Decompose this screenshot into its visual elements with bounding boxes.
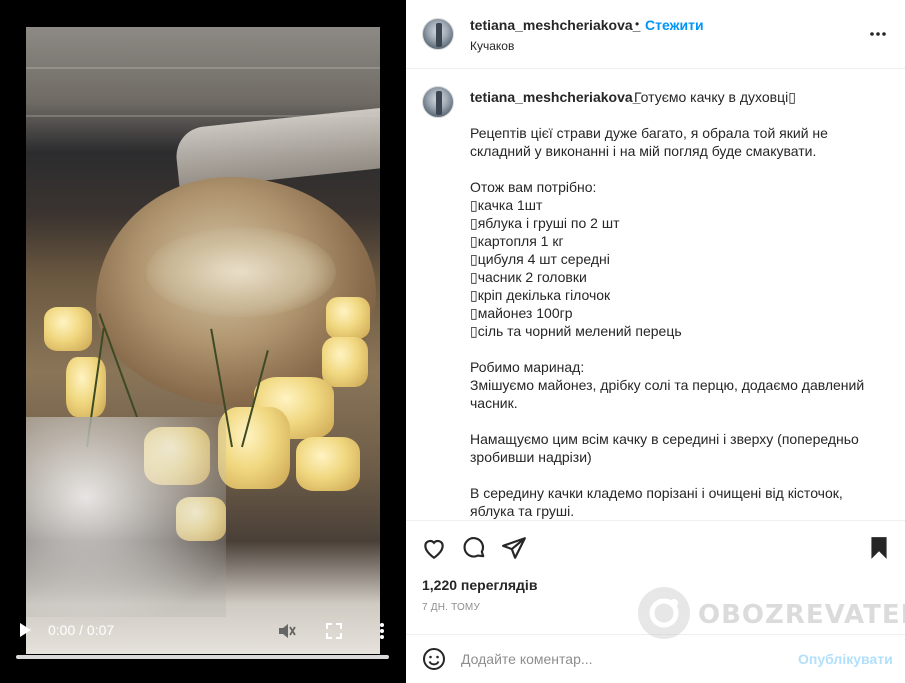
emoji-icon[interactable] bbox=[422, 647, 446, 671]
send-icon[interactable] bbox=[501, 535, 527, 561]
post-header: tetiana_meshcheriakova_ • Стежити Кучако… bbox=[406, 0, 905, 69]
caption-scroll-area[interactable]: tetiana_meshcheriakova_ Готуємо качку в … bbox=[406, 70, 905, 520]
publish-button[interactable]: Опублікувати bbox=[798, 651, 893, 667]
video-time: 0:00 / 0:07 bbox=[48, 622, 115, 638]
potato-piece bbox=[296, 437, 360, 491]
potato-piece bbox=[326, 297, 370, 339]
caption-paragraph: Рецептів цієї страви дуже багато, я обра… bbox=[470, 125, 828, 159]
caption-paragraph: Робимо маринад: Змішуємо майонез, дрібку… bbox=[470, 359, 865, 411]
more-vertical-icon[interactable] bbox=[372, 621, 392, 641]
post-date[interactable]: 7 ДН. ТОМУ bbox=[422, 602, 480, 613]
caption-paragraph: В середину качки кладемо порізані і очищ… bbox=[470, 485, 843, 519]
video-player[interactable] bbox=[26, 27, 380, 654]
potato-piece bbox=[218, 407, 290, 489]
foil-tray bbox=[173, 104, 380, 190]
baking-bag bbox=[26, 417, 226, 617]
avatar[interactable] bbox=[422, 18, 454, 50]
header-username[interactable]: tetiana_meshcheriakova_ bbox=[470, 17, 640, 33]
caption-title: Готуємо качку в духовці▯ bbox=[634, 89, 796, 105]
views-count[interactable]: 1,220 переглядів bbox=[422, 577, 537, 593]
caption-username[interactable]: tetiana_meshcheriakova_ bbox=[470, 89, 640, 105]
media-pane: 0:00 / 0:07 bbox=[0, 0, 406, 683]
separator-dot: • bbox=[635, 17, 640, 31]
comment-icon[interactable] bbox=[461, 535, 487, 561]
potato-piece bbox=[322, 337, 368, 387]
video-progress-bar[interactable] bbox=[16, 655, 389, 659]
comment-input[interactable] bbox=[461, 649, 781, 669]
heart-icon[interactable] bbox=[421, 535, 447, 561]
more-horizontal-icon[interactable] bbox=[868, 26, 888, 42]
location-link[interactable]: Кучаков bbox=[470, 39, 514, 53]
play-icon[interactable] bbox=[20, 623, 31, 637]
caption-ingredients: Отож вам потрібно: ▯качка 1шт ▯яблука і … bbox=[470, 179, 682, 339]
fullscreen-icon[interactable] bbox=[324, 621, 344, 641]
wall-tile-line bbox=[26, 67, 380, 69]
bookmark-icon[interactable] bbox=[866, 535, 892, 561]
potato-piece bbox=[66, 357, 106, 417]
volume-muted-icon[interactable] bbox=[276, 621, 296, 641]
video-controls: 0:00 / 0:07 bbox=[0, 603, 406, 683]
comment-bar: Опублікувати bbox=[406, 634, 905, 683]
post-sidebar: tetiana_meshcheriakova_ • Стежити Кучако… bbox=[406, 0, 905, 683]
caption-paragraph: Намащуємо цим всім качку в середині і зв… bbox=[470, 431, 859, 465]
mayonnaise-crust bbox=[146, 227, 336, 317]
potato-piece bbox=[44, 307, 92, 351]
avatar[interactable] bbox=[422, 86, 454, 118]
caption-body: Рецептів цієї страви дуже багато, я обра… bbox=[470, 124, 880, 520]
follow-button[interactable]: Стежити bbox=[645, 17, 704, 33]
